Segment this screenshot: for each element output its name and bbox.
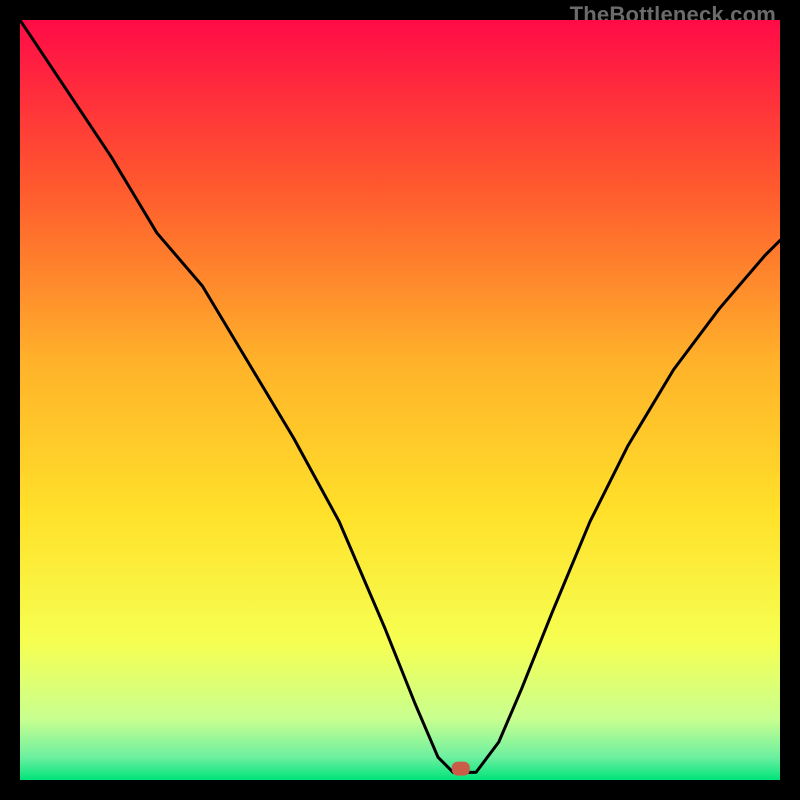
min-marker bbox=[452, 762, 470, 776]
chart-frame bbox=[20, 20, 780, 780]
chart-svg bbox=[20, 20, 780, 780]
